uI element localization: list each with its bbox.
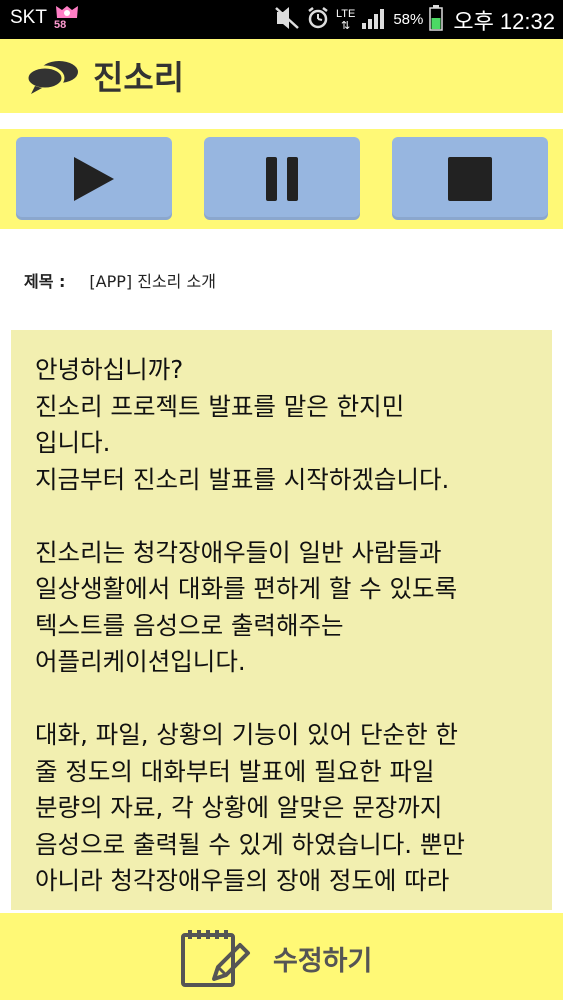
chat-bubbles-icon <box>25 59 81 99</box>
app-title: 진소리 <box>93 58 185 97</box>
subject-label: 제목 : <box>24 272 66 291</box>
play-button[interactable] <box>16 137 172 220</box>
speech-text: 안녕하십니까? 진소리 프로젝트 발표를 맡은 한지민 입니다. 지금부터 진소… <box>35 355 465 895</box>
app-bar: 진소리 <box>0 39 563 113</box>
mute-icon <box>274 6 300 34</box>
signal-icon <box>361 7 387 33</box>
notification-count: 58 <box>54 19 67 31</box>
network-type: LTE ⇅ <box>335 7 356 32</box>
pause-icon <box>266 156 298 201</box>
status-bar: SKT 58 LTE ⇅ 58% 오후 12:32 <box>0 0 563 39</box>
notification-icon: 58 <box>53 4 81 34</box>
stop-button[interactable] <box>392 137 548 220</box>
subject-value: [APP] 진소리 소개 <box>89 272 216 291</box>
pause-button[interactable] <box>204 137 360 220</box>
carrier-label: SKT <box>10 7 47 28</box>
edit-label: 수정하기 <box>273 946 373 977</box>
edit-note-icon <box>178 929 254 993</box>
bottom-bar: 수정하기 <box>0 913 563 1000</box>
edit-button[interactable]: 수정하기 <box>0 913 563 1000</box>
stop-icon <box>448 156 492 201</box>
network-label: LTE <box>335 7 356 20</box>
play-icon <box>74 156 114 201</box>
speech-text-panel[interactable]: 안녕하십니까? 진소리 프로젝트 발표를 맡은 한지민 입니다. 지금부터 진소… <box>11 330 552 910</box>
playback-controls <box>0 129 563 229</box>
subject-row: 제목 : [APP] 진소리 소개 <box>24 268 216 292</box>
alarm-icon <box>306 6 330 34</box>
battery-icon <box>429 4 444 35</box>
battery-percent: 58% <box>393 11 424 28</box>
clock: 오후 12:32 <box>453 8 555 34</box>
